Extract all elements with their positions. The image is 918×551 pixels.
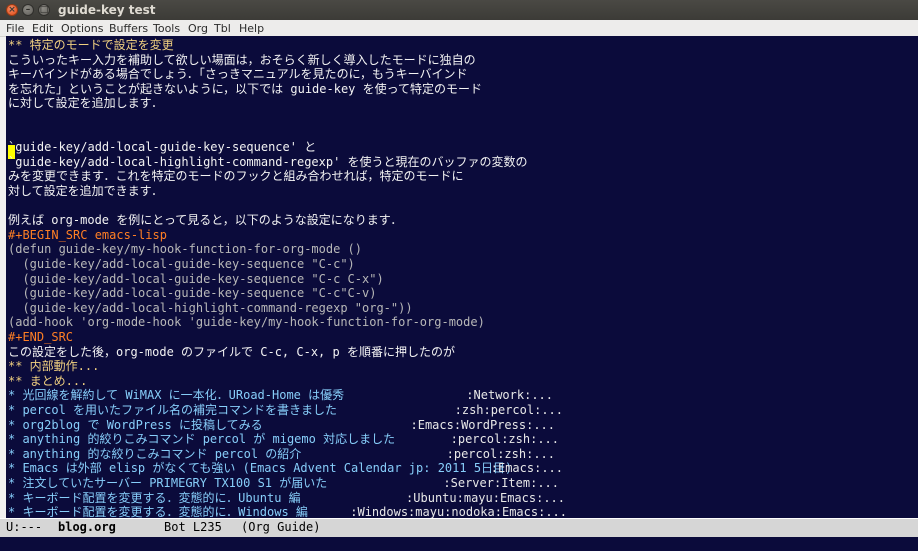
org-heading-item[interactable]: * percol を用いたファイル名の補完コマンドを書きました	[8, 403, 337, 418]
org-tags: :Ubuntu:mayu:Emacs:...	[406, 490, 565, 505]
org-tags: :percol:zsh:...	[450, 432, 559, 447]
mode-line: U:--- blog.org Bot L235 (Org Guide)	[0, 518, 918, 538]
org-subheading[interactable]: ** 内部動作...	[8, 359, 99, 374]
org-tags: :zsh:percol:...	[454, 403, 563, 417]
org-tags: :Server:Item:...	[443, 476, 559, 490]
maximize-icon[interactable]: □	[38, 4, 50, 16]
org-tags: :percol:zsh:...	[446, 446, 555, 461]
buffer-line: 例えば org-mode を例にとって見ると，以下のような設定になります．	[8, 213, 403, 228]
buffer-line: この設定をした後，org-mode のファイルで C-c, C-x, p を順番…	[8, 344, 455, 359]
buffer-line: #+END_SRC	[8, 330, 74, 344]
right-fringe	[914, 36, 918, 518]
title-bar: × – □ guide-key test	[0, 0, 918, 20]
buffer-line: 対して設定を追加できます．	[8, 184, 164, 198]
org-tags: :Emacs:WordPress:...	[410, 417, 556, 432]
buffer-line: キーバインドがある場合でしょう．「さっきマニュアルを見たのに，もうキーバインド	[8, 67, 468, 82]
buffer-line: (defun guide-key/my-hook-function-for-or…	[8, 242, 363, 257]
org-subheading[interactable]: ** 特定のモードで設定を変更	[8, 38, 174, 53]
minimize-icon[interactable]: –	[22, 4, 34, 16]
org-heading-item[interactable]: * Emacs は外部 elisp がなくても強い (Emacs Advent …	[8, 461, 512, 476]
modeline-position: Bot L235	[164, 520, 222, 534]
org-heading-item[interactable]: * キーボード配置を変更する．変態的に．Ubuntu 編	[8, 491, 301, 506]
menu-edit[interactable]: Edit	[32, 22, 53, 35]
buffer-line: (guide-key/add-local-highlight-command-r…	[8, 300, 413, 315]
menu-tools[interactable]: Tools	[153, 22, 180, 35]
menu-buffers[interactable]: Buffers	[109, 22, 148, 35]
modeline-status: U:---	[6, 520, 43, 534]
close-icon[interactable]: ×	[6, 4, 18, 16]
emacs-window: × – □ guide-key test File Edit Options B…	[0, 0, 918, 551]
org-heading-item[interactable]: * 注文していたサーバー PRIMEGRY TX100 S1 が届いた	[8, 476, 327, 491]
modeline-mode[interactable]: (Org Guide)	[241, 520, 320, 534]
org-heading-item[interactable]: * anything 的な絞りこみコマンド percol の紹介	[8, 447, 301, 462]
menu-org[interactable]: Org	[188, 22, 208, 35]
org-subheading[interactable]: ** まとめ...	[8, 374, 87, 389]
buffer-line: `guide-key/add-local-guide-key-sequence'…	[8, 140, 317, 155]
org-tags: :Network:...	[466, 388, 553, 403]
buffer-line: みを変更できます．これを特定のモードのフックと組み合わせれば，特定のモードに	[8, 169, 464, 184]
org-tags: :Emacs:...	[490, 461, 563, 476]
menu-tbl[interactable]: Tbl	[214, 22, 231, 35]
buffer-line: に対して設定を追加します．	[8, 96, 164, 111]
minibuffer[interactable]	[0, 537, 918, 551]
menu-help[interactable]: Help	[239, 22, 264, 35]
buffer-line: (guide-key/add-local-guide-key-sequence …	[8, 257, 355, 271]
menu-options[interactable]: Options	[61, 22, 103, 35]
modeline-buffer-name[interactable]: blog.org	[58, 520, 116, 534]
editor-buffer[interactable]: ** 特定のモードで設定を変更 こういったキー入力を補助して欲しい場面は，おそらく…	[6, 36, 914, 519]
org-heading-item[interactable]: * org2blog で WordPress に投稿してみる	[8, 418, 263, 433]
buffer-line: (guide-key/add-local-guide-key-sequence …	[8, 286, 377, 301]
buffer-line: (add-hook 'org-mode-hook 'guide-key/my-h…	[8, 315, 485, 330]
menu-file[interactable]: File	[6, 22, 24, 35]
buffer-line: を忘れた」ということが起きないように，以下では guide-key を使って特定…	[8, 81, 483, 96]
buffer-line: こういったキー入力を補助して欲しい場面は，おそらく新しく導入したモードに独自の	[8, 52, 476, 67]
menu-bar: File Edit Options Buffers Tools Org Tbl …	[0, 20, 918, 37]
window-title: guide-key test	[58, 3, 156, 17]
org-heading-item[interactable]: * 光回線を解約して WiMAX に一本化．URoad-Home は優秀	[8, 388, 344, 403]
buffer-line: #+BEGIN_SRC emacs-lisp	[8, 227, 167, 242]
org-heading-item[interactable]: * anything 的絞りこみコマンド percol が migemo 対応し…	[8, 432, 395, 447]
buffer-line: (guide-key/add-local-guide-key-sequence …	[8, 271, 384, 286]
buffer-line: `guide-key/add-local-highlight-command-r…	[8, 154, 528, 169]
